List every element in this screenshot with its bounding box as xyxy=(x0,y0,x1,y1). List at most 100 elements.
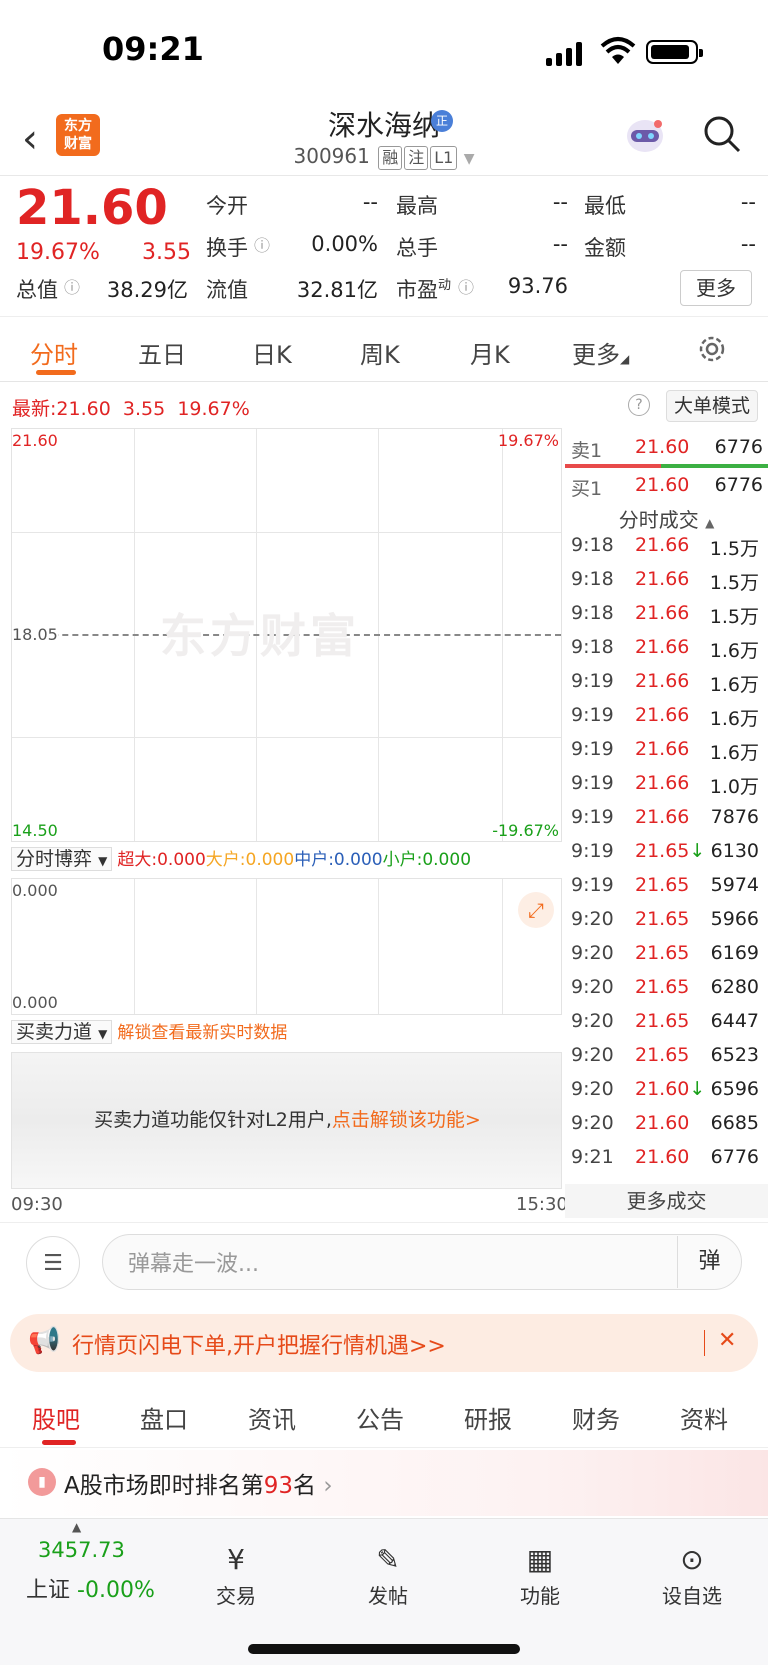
trade-volume: 5974 xyxy=(710,874,759,896)
dropdown-icon: ▼ xyxy=(463,151,475,167)
trade-price: 21.60 xyxy=(635,1112,689,1134)
index-row[interactable]: 上证 -0.00% xyxy=(26,1572,155,1604)
rank-pre: A股市场即时排名第 xyxy=(64,1473,264,1499)
trade-price-value: 21.65 xyxy=(635,942,690,964)
search-icon[interactable] xyxy=(702,114,742,154)
nav-functions[interactable]: ▦ 功能 xyxy=(480,1540,600,1609)
trade-row: 9:19 21.65↓ 6130 xyxy=(571,840,763,874)
trade-row: 9:20 21.65 6447 xyxy=(571,1010,763,1044)
small-value: 小户:0.000 xyxy=(382,850,472,870)
trade-price: 21.66 xyxy=(635,806,689,828)
trade-price: 21.65 xyxy=(635,908,689,930)
info-icon[interactable]: ⓘ xyxy=(458,274,474,298)
nav-post[interactable]: ✎ 发帖 xyxy=(328,1540,448,1609)
danmu-settings-icon[interactable]: ☰ xyxy=(26,1236,80,1290)
tab-announcements[interactable]: 公告 xyxy=(356,1400,404,1435)
tab-monthly-k[interactable]: 月K xyxy=(470,335,510,370)
trade-volume: 1.5万 xyxy=(709,538,759,560)
sell1-price: 21.60 xyxy=(635,436,690,458)
trade-price-value: 21.60 xyxy=(635,1146,690,1168)
buy1-label: 买1 xyxy=(571,478,603,500)
tab-daily-k[interactable]: 日K xyxy=(252,335,292,370)
expand-icon[interactable]: ⤢ xyxy=(518,892,554,928)
trade-price-value: 21.66 xyxy=(635,602,690,624)
tab-forum[interactable]: 股吧 xyxy=(32,1400,80,1435)
game-y-top: 0.000 xyxy=(12,881,58,900)
trade-price: 21.65 xyxy=(635,976,689,998)
info-icon[interactable]: ⓘ xyxy=(64,274,80,298)
float-cap-label: 流值 xyxy=(206,278,248,302)
trade-volume: 1.6万 xyxy=(709,640,759,662)
trade-volume: 1.6万 xyxy=(709,674,759,696)
corner-arrow-icon: ◢ xyxy=(620,352,630,366)
tab-orderbook[interactable]: 盘口 xyxy=(140,1400,188,1435)
collapse-arrow-icon[interactable]: ▲ xyxy=(72,1520,81,1534)
big-order-mode-button[interactable]: 大单模式 xyxy=(666,390,758,422)
more-button[interactable]: 更多 xyxy=(680,270,752,306)
more-trades-button[interactable]: 更多成交 xyxy=(565,1184,768,1218)
trades-header[interactable]: 分时成交 ▲ xyxy=(565,504,768,533)
trade-row: 9:18 21.66 1.5万 xyxy=(571,534,763,568)
trade-price: 21.65 xyxy=(635,1010,689,1032)
info-icon[interactable]: ⓘ xyxy=(254,232,270,256)
trade-volume: 1.5万 xyxy=(709,606,759,628)
trade-price-value: 21.65 xyxy=(635,908,690,930)
nav-trade[interactable]: ¥ 交易 xyxy=(176,1540,296,1609)
info-tabs: 股吧 盘口 资讯 公告 研报 财务 资料 xyxy=(0,1384,768,1448)
promo-text[interactable]: 行情页闪电下单,开户把握行情机遇>> xyxy=(72,1328,446,1360)
game-select-label: 分时博弈 xyxy=(16,848,93,870)
volume-label: 总手 xyxy=(396,236,438,260)
danmu-toggle-button[interactable]: 弹 xyxy=(677,1236,741,1288)
game-indicator-row: 分时博弈 ▼ 超大:0.000大户:0.000中户:0.000小户:0.000 xyxy=(11,845,562,875)
tag-margin: 融 xyxy=(378,146,403,170)
change-amount: 3.55 xyxy=(142,240,191,265)
trade-time: 9:19 xyxy=(571,840,614,862)
tab-news[interactable]: 资讯 xyxy=(248,1400,296,1435)
index-pct: -0.00% xyxy=(77,1578,155,1603)
watermark: 东方财富 xyxy=(160,609,360,663)
robot-assistant-icon[interactable] xyxy=(622,114,668,156)
trade-price: 21.66 xyxy=(635,738,689,760)
trade-volume: 6776 xyxy=(710,1146,759,1168)
pct-max-label: 19.67% xyxy=(497,431,559,450)
locked-message: 买卖力道功能仅针对L2用户,点击解锁该功能> xyxy=(12,1105,563,1132)
trade-row: 9:20 21.65 6523 xyxy=(571,1044,763,1078)
tab-more[interactable]: 更多◢ xyxy=(572,335,629,370)
trade-row: 9:19 21.66 1.6万 xyxy=(571,704,763,738)
trade-volume: 1.5万 xyxy=(709,572,759,594)
close-icon[interactable]: ✕ xyxy=(718,1328,736,1353)
tab-weekly-k[interactable]: 周K xyxy=(360,335,400,370)
tab-profile[interactable]: 资料 xyxy=(680,1400,728,1435)
signal-icon xyxy=(546,40,586,66)
trade-volume: 6523 xyxy=(710,1044,759,1066)
tab-finance[interactable]: 财务 xyxy=(572,1400,620,1435)
game-indicator-select[interactable]: 分时博弈 ▼ xyxy=(11,847,113,871)
unlock-link[interactable]: 解锁查看最新实时数据 xyxy=(117,1023,287,1043)
tab-research[interactable]: 研报 xyxy=(464,1400,512,1435)
buy1-vol: 6776 xyxy=(714,474,763,496)
status-time: 09:21 xyxy=(102,30,204,68)
settings-gear-icon[interactable] xyxy=(696,333,728,365)
trade-price-value: 21.66 xyxy=(635,670,690,692)
trade-row: 9:18 21.66 1.5万 xyxy=(571,602,763,636)
tab-five-day[interactable]: 五日 xyxy=(138,335,186,370)
y-mid-label: 18.05 xyxy=(12,625,58,644)
open-value: -- xyxy=(362,190,378,214)
trade-price-value: 21.65 xyxy=(635,874,690,896)
trade-price-value: 21.60 xyxy=(635,1112,690,1134)
buy1-row: 买1 21.60 6776 xyxy=(571,474,767,501)
trade-price: 21.65 xyxy=(635,1044,689,1066)
nav-add-watchlist[interactable]: ⊙ 设自选 xyxy=(632,1540,752,1609)
stock-code: 300961 xyxy=(293,144,370,168)
tab-intraday[interactable]: 分时 xyxy=(30,335,78,370)
help-icon[interactable]: ? xyxy=(628,394,650,416)
index-value[interactable]: 3457.73 xyxy=(38,1538,125,1562)
trade-time: 9:18 xyxy=(571,534,614,556)
rank-text[interactable]: A股市场即时排名第93名 › xyxy=(64,1466,333,1500)
trade-time: 9:18 xyxy=(571,636,614,658)
chart-tabs: 分时 五日 日K 周K 月K 更多◢ xyxy=(0,316,768,382)
trade-volume: 6169 xyxy=(710,942,759,964)
unlock-feature-link[interactable]: 点击解锁该功能> xyxy=(332,1109,481,1131)
megaphone-icon: 📢 xyxy=(28,1326,61,1356)
buy-sell-power-select[interactable]: 买卖力道 ▼ xyxy=(11,1020,113,1044)
